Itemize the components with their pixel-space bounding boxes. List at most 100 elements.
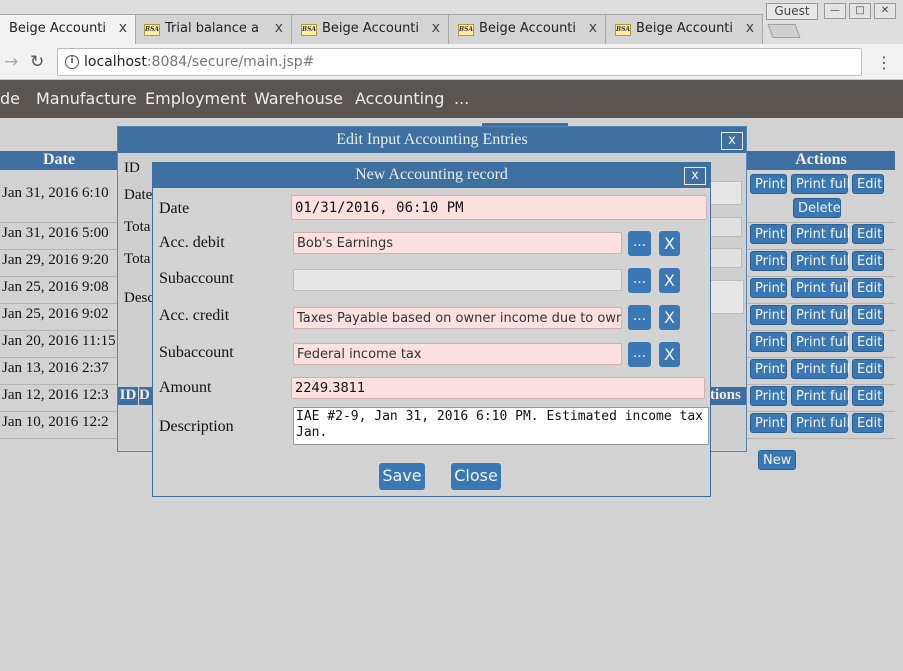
- browser-tab[interactable]: BSA Beige Accounti x: [605, 14, 763, 44]
- date-column-header: Date: [0, 151, 118, 170]
- print-button[interactable]: Print: [750, 359, 787, 379]
- acc-debit-input[interactable]: Bob's Earnings: [293, 232, 622, 254]
- dialog-title: New Accounting record: [153, 163, 710, 188]
- row-date: Jan 25, 2016 9:08: [2, 279, 109, 295]
- print-button[interactable]: Print: [750, 251, 787, 271]
- acc-credit-pick-button[interactable]: ...: [628, 305, 651, 330]
- amount-input[interactable]: 2249.3811: [291, 377, 705, 399]
- tab-title: Trial balance a: [165, 21, 259, 36]
- print-full-button[interactable]: Print full: [791, 413, 850, 433]
- tab-close-icon[interactable]: x: [589, 20, 597, 36]
- tab-close-icon[interactable]: x: [119, 20, 127, 36]
- print-full-button[interactable]: Print full: [791, 305, 850, 325]
- acc-credit-clear-button[interactable]: X: [659, 305, 680, 330]
- print-button[interactable]: Print: [750, 278, 787, 298]
- print-button[interactable]: Print: [750, 386, 787, 406]
- browser-tab[interactable]: BSA Trial balance a x: [134, 14, 292, 44]
- subacc-credit-label: Subaccount: [159, 344, 234, 361]
- info-icon[interactable]: i: [65, 55, 79, 69]
- subacc-credit-pick-button[interactable]: ...: [628, 342, 651, 367]
- print-full-button[interactable]: Print full: [791, 332, 850, 352]
- tab-close-icon[interactable]: x: [746, 20, 754, 36]
- edit-button[interactable]: Edit: [852, 224, 884, 244]
- id-label: ID: [124, 160, 140, 176]
- subacc-credit-input[interactable]: Federal income tax: [293, 343, 622, 365]
- subacc-debit-clear-button[interactable]: X: [659, 268, 680, 293]
- date-label: Date: [159, 200, 190, 217]
- edit-button[interactable]: Edit: [852, 278, 884, 298]
- browser-tab[interactable]: BSA Beige Accounti x: [448, 14, 606, 44]
- new-tab-button[interactable]: [767, 24, 801, 38]
- menu-item-more[interactable]: ...: [454, 89, 469, 108]
- browser-tabstrip: Beige Accounti x BSA Trial balance a x B…: [0, 0, 903, 44]
- tab-close-icon[interactable]: x: [432, 20, 440, 36]
- bsa-favicon-icon: BSA: [458, 24, 474, 36]
- print-full-button[interactable]: Print full: [791, 224, 850, 244]
- row-date: Jan 29, 2016 9:20: [2, 252, 109, 268]
- tab-title: Beige Accounti: [9, 21, 107, 36]
- close-icon[interactable]: x: [684, 167, 706, 185]
- edit-button[interactable]: Edit: [852, 359, 884, 379]
- menu-item-warehouse[interactable]: Warehouse: [254, 89, 343, 108]
- subacc-debit-input[interactable]: [293, 269, 622, 291]
- subacc-debit-pick-button[interactable]: ...: [628, 268, 651, 293]
- total-label: Tota: [124, 219, 151, 235]
- description-label: Description: [159, 418, 234, 435]
- close-icon[interactable]: x: [721, 132, 743, 150]
- new-button[interactable]: New: [758, 450, 796, 470]
- new-record-dialog: New Accounting record x Date 01/31/2016,…: [152, 162, 711, 497]
- subacc-credit-clear-button[interactable]: X: [659, 342, 680, 367]
- reload-icon[interactable]: ↻: [30, 52, 44, 72]
- acc-debit-label: Acc. debit: [159, 234, 225, 251]
- tab-title: Beige Accounti: [322, 21, 420, 36]
- date-input[interactable]: 01/31/2016, 06:10 PM: [291, 195, 707, 220]
- maximize-icon[interactable]: □: [849, 3, 871, 19]
- print-button[interactable]: Print: [750, 174, 787, 194]
- acc-credit-input[interactable]: Taxes Payable based on owner income due …: [293, 307, 622, 329]
- row-date: Jan 31, 2016 6:10: [2, 185, 109, 201]
- tab-close-icon[interactable]: x: [275, 20, 283, 36]
- date-label: Date: [124, 187, 153, 203]
- save-button[interactable]: Save: [379, 463, 425, 490]
- print-button[interactable]: Print: [750, 305, 787, 325]
- browser-tab[interactable]: Beige Accounti x: [0, 14, 136, 44]
- window-close-icon[interactable]: ✕: [874, 3, 896, 19]
- print-full-button[interactable]: Print full: [791, 278, 850, 298]
- profile-button[interactable]: Guest: [766, 3, 818, 20]
- browser-toolbar: → ↻ i localhost:8084/secure/main.jsp# ⋮: [0, 44, 903, 80]
- edit-button[interactable]: Edit: [852, 305, 884, 325]
- browser-tab[interactable]: BSA Beige Accounti x: [291, 14, 449, 44]
- forward-icon[interactable]: →: [4, 52, 18, 72]
- print-full-button[interactable]: Print full: [791, 386, 850, 406]
- address-bar[interactable]: i localhost:8084/secure/main.jsp#: [57, 48, 862, 76]
- url-path: :8084/secure/main.jsp#: [146, 54, 315, 70]
- tab-title: Beige Accounti: [479, 21, 577, 36]
- actions-column-header: Actions: [747, 151, 895, 170]
- edit-button[interactable]: Edit: [852, 251, 884, 271]
- d-column-header: D: [139, 387, 153, 405]
- delete-button[interactable]: Delete: [793, 198, 841, 218]
- print-full-button[interactable]: Print full: [791, 251, 850, 271]
- print-full-button[interactable]: Print full: [791, 359, 850, 379]
- edit-button[interactable]: Edit: [852, 332, 884, 352]
- acc-debit-pick-button[interactable]: ...: [628, 231, 651, 256]
- menu-item-manufacture[interactable]: Manufacture: [36, 89, 137, 108]
- minimize-icon[interactable]: —: [824, 3, 846, 19]
- close-button[interactable]: Close: [451, 463, 501, 490]
- menu-item-accounting[interactable]: Accounting: [355, 89, 444, 108]
- amount-label: Amount: [159, 379, 212, 396]
- edit-button[interactable]: Edit: [852, 386, 884, 406]
- print-button[interactable]: Print: [750, 224, 787, 244]
- acc-debit-clear-button[interactable]: X: [659, 231, 680, 256]
- row-date: Jan 20, 2016 11:15: [2, 333, 116, 349]
- edit-button[interactable]: Edit: [852, 174, 884, 194]
- print-full-button[interactable]: Print full: [791, 174, 850, 194]
- description-textarea[interactable]: IAE #2-9, Jan 31, 2016 6:10 PM. Estimate…: [293, 407, 709, 445]
- browser-menu-icon[interactable]: ⋮: [876, 53, 892, 72]
- print-button[interactable]: Print: [750, 332, 787, 352]
- menu-item-employment[interactable]: Employment: [145, 89, 246, 108]
- menu-item-trade[interactable]: de: [0, 89, 20, 108]
- edit-button[interactable]: Edit: [852, 413, 884, 433]
- subacc-debit-label: Subaccount: [159, 270, 234, 287]
- print-button[interactable]: Print: [750, 413, 787, 433]
